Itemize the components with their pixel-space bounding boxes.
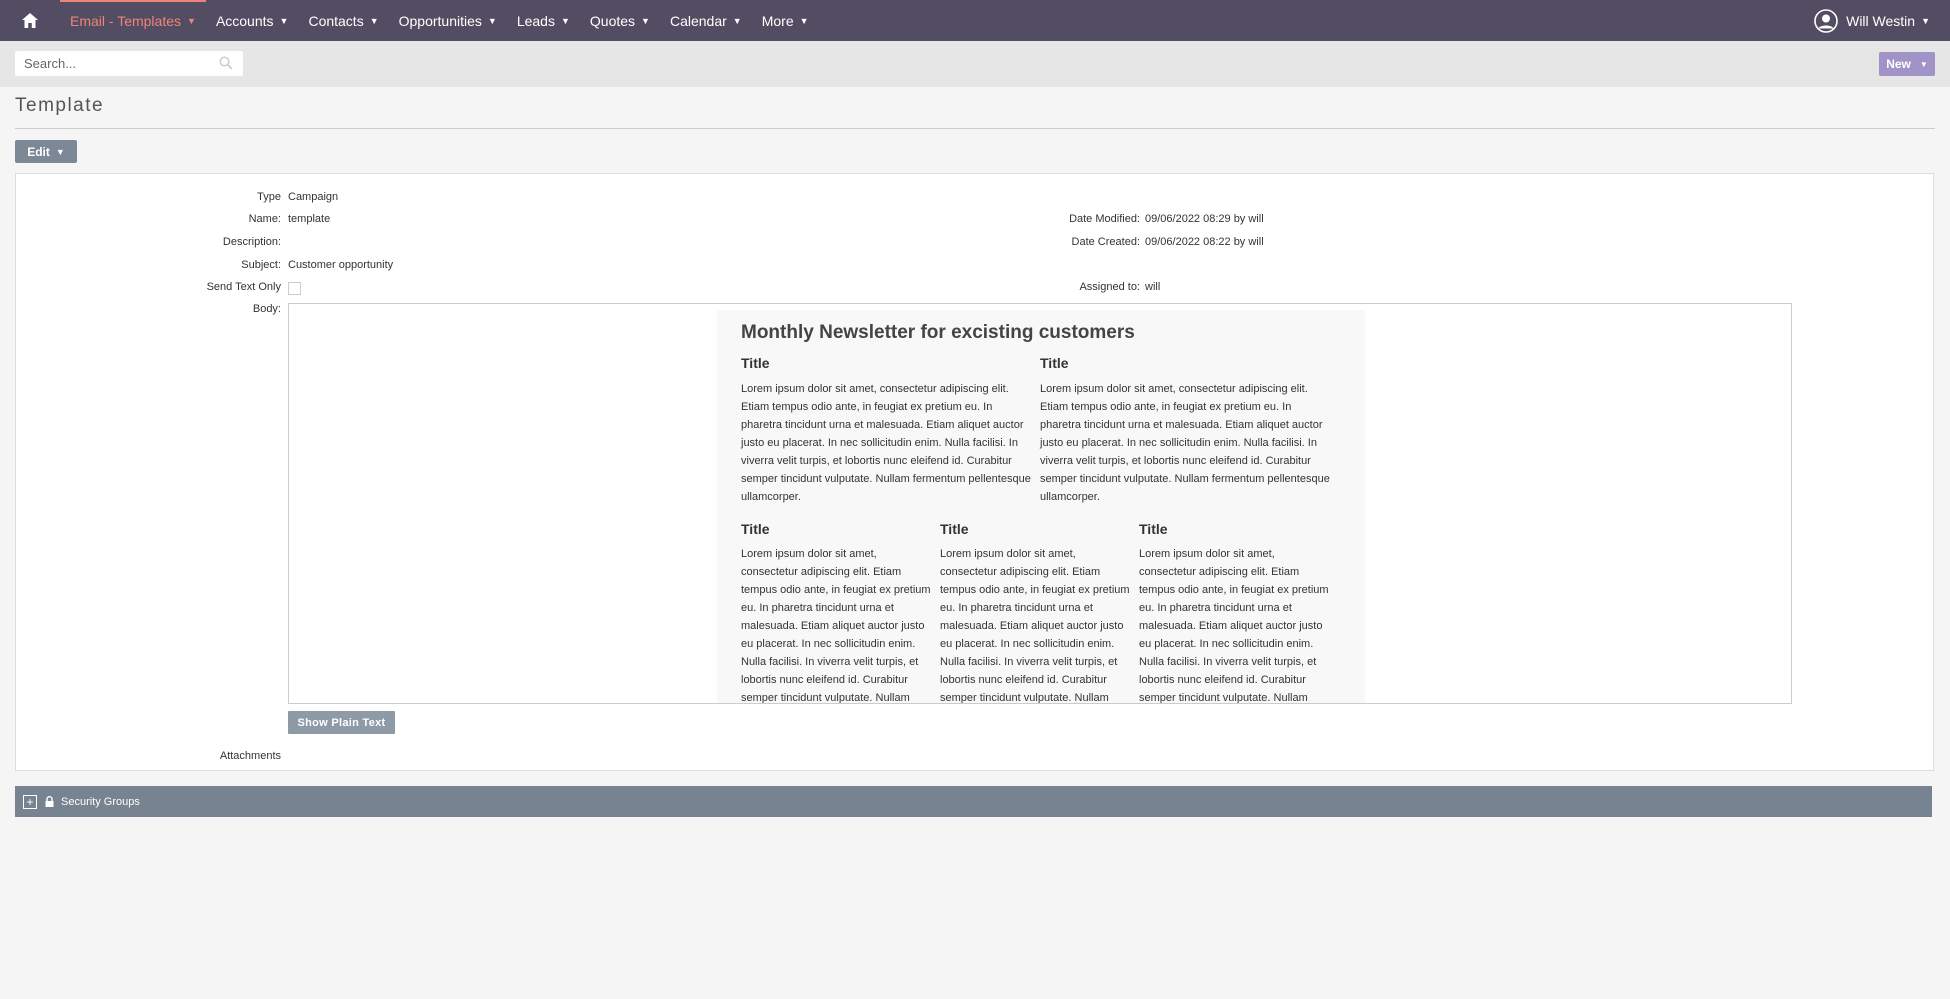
security-groups-panel[interactable]: + Security Groups <box>15 786 1932 817</box>
user-menu[interactable]: Will Westin ▼ <box>1814 0 1930 41</box>
column-text: Lorem ipsum dolor sit amet, consectetur … <box>741 383 1031 503</box>
nav-opportunities[interactable]: Opportunities ▼ <box>389 0 507 41</box>
user-avatar-icon <box>1814 8 1838 33</box>
chevron-down-icon: ▼ <box>799 15 809 26</box>
chevron-down-icon: ▼ <box>560 15 570 26</box>
column-title: Title <box>1040 355 1069 371</box>
chevron-down-icon: ▼ <box>1921 15 1930 26</box>
top-nav: Email - Templates ▼ Accounts ▼ Contacts ▼ O… <box>0 0 1950 41</box>
security-groups-label: Security Groups <box>61 795 140 808</box>
search-bar-row: New▼ <box>0 41 1950 87</box>
assigned-to-label: Assigned to: <box>1079 281 1140 293</box>
show-plain-text-button[interactable]: Show Plain Text <box>288 711 395 734</box>
attachments-label: Attachments <box>219 750 281 762</box>
nav-email-templates[interactable]: Email - Templates ▼ <box>60 0 206 41</box>
home-icon <box>22 13 38 28</box>
lock-icon <box>45 796 54 807</box>
newsletter-heading: Monthly Newsletter for excisting custome… <box>741 322 1135 343</box>
chevron-down-icon: ▼ <box>55 146 65 157</box>
nav-calendar[interactable]: Calendar ▼ <box>660 0 752 41</box>
type-label: Type <box>257 191 281 203</box>
body-label: Body: <box>252 303 281 315</box>
subject-label: Subject: <box>241 259 281 271</box>
column-title: Title <box>1139 521 1168 537</box>
column-title: Title <box>940 521 969 537</box>
page-title: Template <box>15 95 105 116</box>
chevron-down-icon: ▼ <box>187 15 196 26</box>
send-text-only-checkbox[interactable] <box>288 282 301 295</box>
title-divider <box>15 128 1935 129</box>
column-title: Title <box>741 521 770 537</box>
newsletter-content: Monthly Newsletter for excisting custome… <box>717 310 1365 704</box>
chevron-down-icon: ▼ <box>369 15 379 26</box>
chevron-down-icon: ▼ <box>732 15 742 26</box>
date-modified-label: Date Modified: <box>1069 213 1140 225</box>
name-label: Name: <box>248 213 281 225</box>
chevron-down-icon: ▼ <box>641 15 650 26</box>
date-modified-value: 09/06/2022 08:29 by will <box>1145 213 1264 225</box>
nav-contacts[interactable]: Contacts ▼ <box>298 0 388 41</box>
expand-icon[interactable]: + <box>23 794 37 809</box>
chevron-down-icon: ▼ <box>487 15 497 26</box>
search-box <box>15 51 243 76</box>
user-name: Will Westin <box>1846 12 1916 29</box>
column-text: Lorem ipsum dolor sit amet, consectetur … <box>1040 383 1330 503</box>
column-text: Lorem ipsum dolor sit amet, consectetur … <box>940 548 1130 704</box>
home-button[interactable] <box>0 0 60 41</box>
nav-accounts[interactable]: Accounts ▼ <box>206 0 299 41</box>
chevron-down-icon: ▼ <box>279 15 289 26</box>
send-text-only-label: Send Text Only <box>206 281 281 293</box>
chevron-down-icon: ▼ <box>1919 59 1928 69</box>
assigned-to-value: will <box>1145 281 1161 293</box>
column-text: Lorem ipsum dolor sit amet, consectetur … <box>741 548 931 704</box>
edit-button[interactable]: Edit ▼ <box>15 140 77 163</box>
name-value: template <box>288 213 331 225</box>
description-label: Description: <box>222 236 281 248</box>
body-preview[interactable]: Monthly Newsletter for excisting custome… <box>288 303 1792 704</box>
search-icon[interactable] <box>219 56 233 70</box>
date-created-label: Date Created: <box>1071 236 1140 248</box>
detail-panel: Type Campaign Name: template Description… <box>15 173 1934 771</box>
nav-quotes[interactable]: Quotes ▼ <box>580 0 660 41</box>
subject-value: Customer opportunity <box>288 259 394 271</box>
new-button[interactable]: New ▼ <box>1879 52 1935 76</box>
column-text: Lorem ipsum dolor sit amet, consectetur … <box>1139 548 1329 704</box>
nav-leads[interactable]: Leads ▼ <box>507 0 580 41</box>
search-input[interactable] <box>15 55 216 72</box>
column-title: Title <box>741 355 770 371</box>
type-value: Campaign <box>288 191 339 203</box>
nav-more[interactable]: More ▼ <box>752 0 819 41</box>
date-created-value: 09/06/2022 08:22 by will <box>1145 236 1264 248</box>
